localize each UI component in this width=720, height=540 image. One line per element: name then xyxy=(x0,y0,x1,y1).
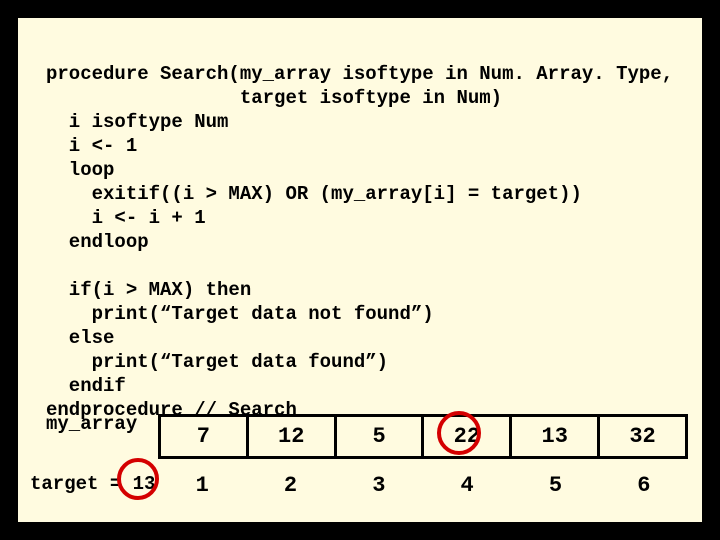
code-line: print(“Target data not found”) xyxy=(46,303,434,325)
target-circle-highlight xyxy=(117,458,159,500)
code-line: loop xyxy=(46,159,114,181)
index-cell: 4 xyxy=(423,470,511,500)
index-cell: 2 xyxy=(246,470,334,500)
array-table: 7 12 5 22 13 32 xyxy=(158,414,688,459)
index-cell: 6 xyxy=(600,470,688,500)
code-line: if(i > MAX) then xyxy=(46,279,251,301)
array-cell: 13 xyxy=(511,416,599,458)
array-cell: 5 xyxy=(335,416,423,458)
code-line: else xyxy=(46,327,114,349)
index-row: 1 2 3 4 5 6 xyxy=(158,470,688,500)
array-row: 7 12 5 22 13 32 xyxy=(160,416,687,458)
code-line: i <- i + 1 xyxy=(46,207,206,229)
index-cell: 3 xyxy=(335,470,423,500)
code-line: procedure Search(my_array isoftype in Nu… xyxy=(46,63,673,85)
my-array-label: my_array xyxy=(46,413,137,435)
code-block: procedure Search(my_array isoftype in Nu… xyxy=(46,38,673,422)
index-cell: 5 xyxy=(511,470,599,500)
index-cell: 1 xyxy=(158,470,246,500)
code-line: endif xyxy=(46,375,126,397)
code-line: endloop xyxy=(46,231,149,253)
array-circle-highlight xyxy=(437,411,481,455)
code-line: target isoftype in Num) xyxy=(46,87,502,109)
array-cell: 7 xyxy=(160,416,248,458)
array-cell: 32 xyxy=(599,416,687,458)
index-row-tr: 1 2 3 4 5 6 xyxy=(158,470,688,500)
code-line: i isoftype Num xyxy=(46,111,228,133)
code-line: i <- 1 xyxy=(46,135,137,157)
slide-panel: procedure Search(my_array isoftype in Nu… xyxy=(15,15,705,525)
array-cell: 12 xyxy=(247,416,335,458)
code-line: print(“Target data found”) xyxy=(46,351,388,373)
code-line: exitif((i > MAX) OR (my_array[i] = targe… xyxy=(46,183,582,205)
